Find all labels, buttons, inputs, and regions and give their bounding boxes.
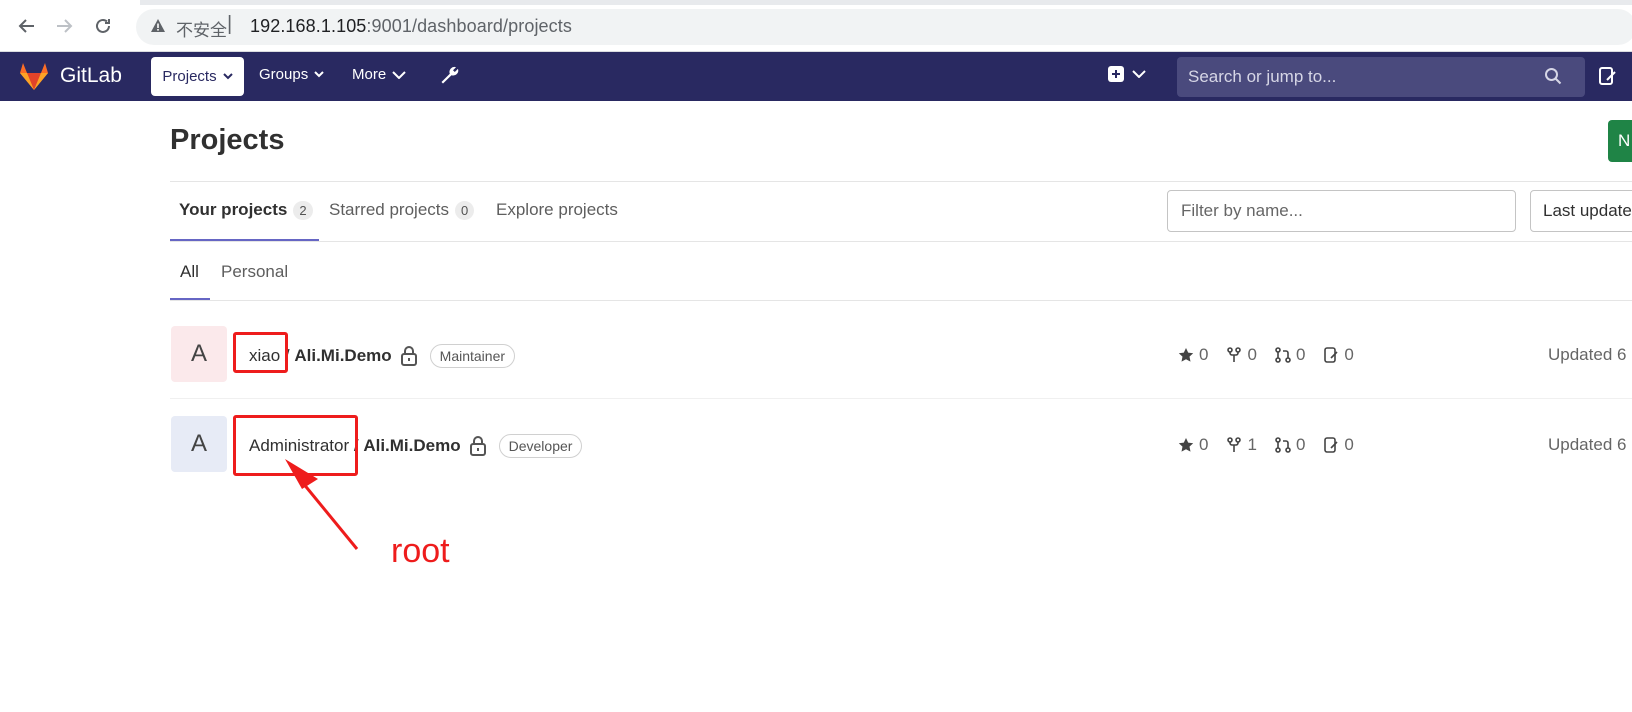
- tab-starred-projects[interactable]: Starred projects 0: [329, 200, 475, 220]
- annotation-box-xiao: [233, 332, 288, 373]
- forward-icon[interactable]: [49, 11, 79, 41]
- search-placeholder: Search or jump to...: [1188, 67, 1337, 86]
- stars-count[interactable]: 0: [1178, 345, 1208, 365]
- divider: [170, 241, 1632, 242]
- fork-icon: [1227, 437, 1242, 452]
- merge-request-icon: [1275, 347, 1291, 363]
- stars-count[interactable]: 0: [1178, 435, 1208, 455]
- nav-more-dropdown[interactable]: More: [352, 66, 406, 83]
- lock-icon: [400, 346, 417, 366]
- nav-projects-label: Projects: [162, 68, 217, 85]
- gitlab-logo-icon[interactable]: [18, 61, 50, 91]
- page-title: Projects: [170, 124, 285, 156]
- forks-value: 1: [1247, 435, 1257, 454]
- subtab-all[interactable]: All: [180, 262, 199, 282]
- mr-value: 0: [1295, 345, 1306, 364]
- chevron-down-icon: [392, 70, 406, 79]
- forks-count[interactable]: 1: [1226, 435, 1257, 455]
- new-dropdown[interactable]: [1108, 66, 1146, 82]
- role-badge: Developer: [498, 434, 583, 458]
- nav-projects-dropdown[interactable]: Projects: [151, 57, 244, 96]
- stars-value: 0: [1199, 435, 1209, 454]
- plus-square-icon: [1108, 66, 1124, 82]
- nav-groups-label: Groups: [259, 66, 309, 83]
- row-divider: [170, 398, 1632, 399]
- project-name[interactable]: Ali.Mi.Demo: [363, 436, 460, 456]
- issue-icon: [1324, 347, 1338, 363]
- fork-icon: [1227, 347, 1242, 362]
- updated-time: Updated 6: [1548, 345, 1627, 364]
- project-stats: 0 1 0 0: [1178, 435, 1354, 455]
- forks-value: 0: [1247, 345, 1257, 364]
- role-badge: Maintainer: [429, 344, 516, 368]
- issue-icon: [1324, 437, 1338, 453]
- active-subtab-indicator: [170, 298, 210, 300]
- divider: [170, 181, 1632, 182]
- admin-wrench-icon[interactable]: [438, 64, 462, 88]
- filter-by-name-input[interactable]: Filter by name...: [1167, 190, 1516, 232]
- star-icon: [1178, 348, 1194, 362]
- tab-label: Your projects: [179, 200, 288, 219]
- project-stats: 0 0 0 0: [1178, 345, 1354, 365]
- tab-your-projects[interactable]: Your projects 2: [179, 200, 313, 220]
- issues-count[interactable]: 0: [1323, 435, 1354, 455]
- annotation-label: root: [391, 532, 450, 570]
- tab-explore-projects[interactable]: Explore projects: [496, 200, 618, 220]
- gitlab-brand[interactable]: GitLab: [60, 64, 122, 88]
- count-badge: 0: [455, 200, 475, 220]
- subtab-personal[interactable]: Personal: [221, 262, 288, 282]
- tab-label: Explore projects: [496, 200, 618, 219]
- divider: [170, 300, 1632, 301]
- nav-more-label: More: [352, 66, 387, 83]
- forks-count[interactable]: 0: [1226, 345, 1257, 365]
- chevron-down-icon: [222, 73, 233, 80]
- url-host: 192.168.1.105: [250, 16, 367, 36]
- insecure-label[interactable]: 不安全: [176, 16, 227, 41]
- mr-value: 0: [1295, 435, 1306, 454]
- issues-icon[interactable]: [1598, 66, 1618, 86]
- address-separator: |: [227, 13, 233, 35]
- sort-dropdown[interactable]: Last updated: [1530, 190, 1632, 232]
- project-name[interactable]: Ali.Mi.Demo: [294, 346, 391, 366]
- new-project-button[interactable]: N: [1608, 120, 1632, 162]
- tab-label: Starred projects: [329, 200, 449, 219]
- merge-requests-count[interactable]: 0: [1275, 345, 1305, 365]
- updated-time: Updated 6: [1548, 435, 1627, 454]
- project-avatar[interactable]: A: [171, 326, 227, 382]
- active-tab-indicator: [170, 239, 319, 241]
- search-icon: [1544, 67, 1562, 85]
- nav-groups-dropdown[interactable]: Groups: [259, 66, 324, 83]
- warning-icon[interactable]: [150, 18, 166, 34]
- back-icon[interactable]: [12, 11, 42, 41]
- count-badge: 2: [293, 200, 313, 220]
- chevron-down-icon: [314, 71, 324, 78]
- star-icon: [1178, 438, 1194, 452]
- project-title[interactable]: xiao / Ali.Mi.Demo Maintainer: [249, 344, 516, 368]
- issues-value: 0: [1344, 345, 1354, 364]
- project-avatar[interactable]: A: [171, 416, 227, 472]
- url-path: :9001/dashboard/projects: [366, 16, 572, 36]
- annotation-arrow-icon: [285, 459, 359, 550]
- stars-value: 0: [1199, 345, 1209, 364]
- issues-value: 0: [1344, 435, 1354, 454]
- url-text[interactable]: 192.168.1.105:9001/dashboard/projects: [250, 16, 572, 37]
- reload-icon[interactable]: [88, 11, 118, 41]
- merge-requests-count[interactable]: 0: [1275, 435, 1305, 455]
- merge-request-icon: [1275, 437, 1291, 453]
- issues-count[interactable]: 0: [1323, 345, 1354, 365]
- lock-icon: [469, 436, 486, 456]
- chevron-down-icon: [1132, 70, 1146, 78]
